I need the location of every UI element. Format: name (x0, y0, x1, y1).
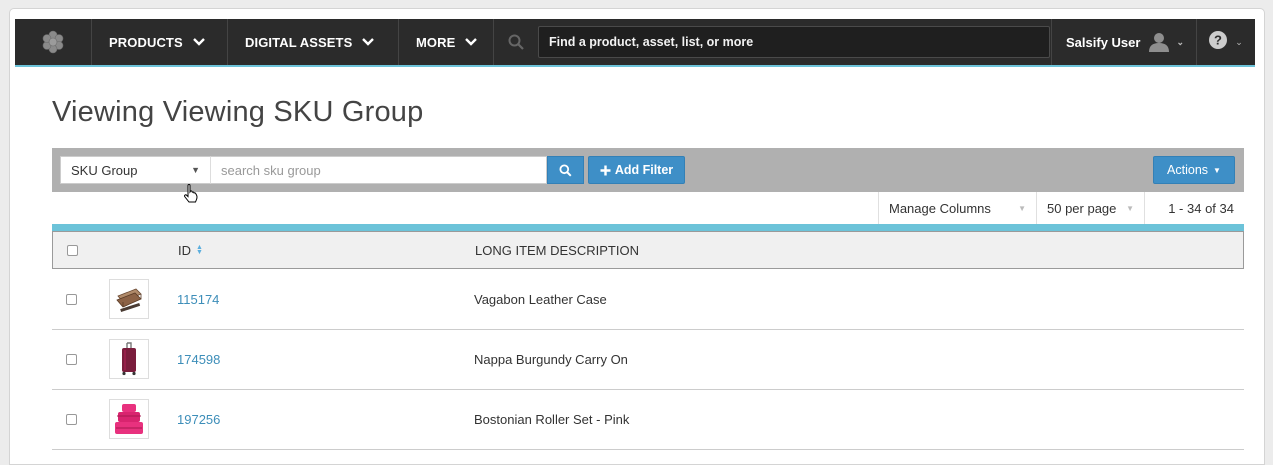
sort-icon[interactable]: ▲ ▼ (196, 244, 203, 256)
user-menu[interactable]: Salsify User ⌄ (1051, 19, 1197, 65)
plus-icon (600, 165, 611, 175)
search-icon (494, 19, 538, 65)
row-id-link[interactable]: 197256 (177, 412, 220, 427)
nav-more-label: MORE (416, 34, 456, 50)
chevron-down-icon (465, 38, 478, 46)
user-name: Salsify User (1066, 34, 1141, 50)
top-navbar: PRODUCTS DIGITAL ASSETS MORE Salsify Use… (15, 19, 1255, 67)
caret-down-icon: ▼ (1018, 203, 1026, 213)
description-column-header[interactable]: LONG ITEM DESCRIPTION (475, 232, 639, 268)
row-checkbox[interactable] (66, 293, 77, 305)
pink-luggage-set-image[interactable] (109, 399, 149, 439)
chevron-down-icon: ⌄ (1235, 36, 1243, 47)
chevron-down-icon (192, 38, 205, 46)
actions-label: Actions (1167, 163, 1209, 177)
per-page-label: 50 per page (1047, 200, 1117, 216)
row-checkbox[interactable] (66, 413, 77, 425)
select-all-checkbox[interactable] (67, 244, 78, 256)
row-description: Vagabon Leather Case (474, 291, 607, 307)
chevron-down-icon (362, 38, 375, 46)
per-page-dropdown[interactable]: 50 per page ▼ (1036, 192, 1144, 224)
filter-search-input[interactable] (210, 156, 547, 184)
svg-text:?: ? (1214, 32, 1222, 47)
row-checkbox[interactable] (66, 353, 77, 365)
id-header-label: ID (178, 242, 191, 258)
search-button[interactable] (547, 156, 584, 184)
select-all-checkbox-cell (67, 232, 78, 268)
manage-columns-label: Manage Columns (889, 200, 991, 216)
nav-products-label: PRODUCTS (109, 34, 183, 50)
table-row[interactable]: 174598 Nappa Burgundy Carry On (52, 329, 1244, 390)
filter-bar: SKU Group ▼ Add Filter Actions ▼ (52, 148, 1244, 192)
row-id-link[interactable]: 115174 (177, 292, 219, 307)
chevron-down-icon: ⌄ (1176, 36, 1184, 47)
add-filter-button[interactable]: Add Filter (588, 156, 685, 184)
help-menu[interactable]: ? ⌄ (1197, 19, 1255, 65)
actions-button[interactable]: Actions ▼ (1153, 156, 1235, 184)
caret-down-icon: ▼ (191, 165, 200, 175)
manage-columns-dropdown[interactable]: Manage Columns ▼ (878, 192, 1036, 224)
nav-products-menu[interactable]: PRODUCTS (92, 19, 228, 65)
filter-field-select[interactable]: SKU Group ▼ (60, 156, 210, 184)
salsify-logo[interactable] (15, 19, 92, 65)
leather-case-image[interactable] (109, 279, 149, 319)
table-row[interactable]: 115174 Vagabon Leather Case (52, 269, 1244, 330)
record-count-label: 1 - 34 of 34 (1168, 200, 1234, 216)
description-header-label: LONG ITEM DESCRIPTION (475, 242, 639, 258)
burgundy-suitcase-image[interactable] (109, 339, 149, 379)
caret-down-icon: ▼ (1213, 165, 1221, 175)
user-avatar-icon (1148, 32, 1170, 52)
table-header: ID ▲ ▼ LONG ITEM DESCRIPTION (52, 231, 1244, 269)
help-icon: ? (1209, 30, 1228, 54)
row-id-link[interactable]: 174598 (177, 352, 220, 367)
record-count: 1 - 34 of 34 (1144, 192, 1244, 224)
row-description: Nappa Burgundy Carry On (474, 351, 628, 367)
global-search-input[interactable] (538, 26, 1050, 58)
table-row[interactable]: 197256 Bostonian Roller Set - Pink (52, 389, 1244, 450)
nav-digital-assets-label: DIGITAL ASSETS (245, 34, 353, 50)
nav-more-menu[interactable]: MORE (399, 19, 494, 65)
pager-row: Manage Columns ▼ 50 per page ▼ 1 - 34 of… (52, 192, 1244, 224)
row-description: Bostonian Roller Set - Pink (474, 411, 630, 427)
logo-icon (42, 30, 64, 54)
id-column-header[interactable]: ID ▲ ▼ (178, 232, 203, 268)
filter-field-value: SKU Group (71, 162, 138, 178)
add-filter-label: Add Filter (614, 163, 674, 177)
nav-digital-assets-menu[interactable]: DIGITAL ASSETS (228, 19, 399, 65)
accent-divider (52, 224, 1244, 231)
search-icon (559, 163, 572, 176)
caret-down-icon: ▼ (1126, 203, 1134, 213)
page-title: Viewing Viewing SKU Group (52, 96, 424, 128)
